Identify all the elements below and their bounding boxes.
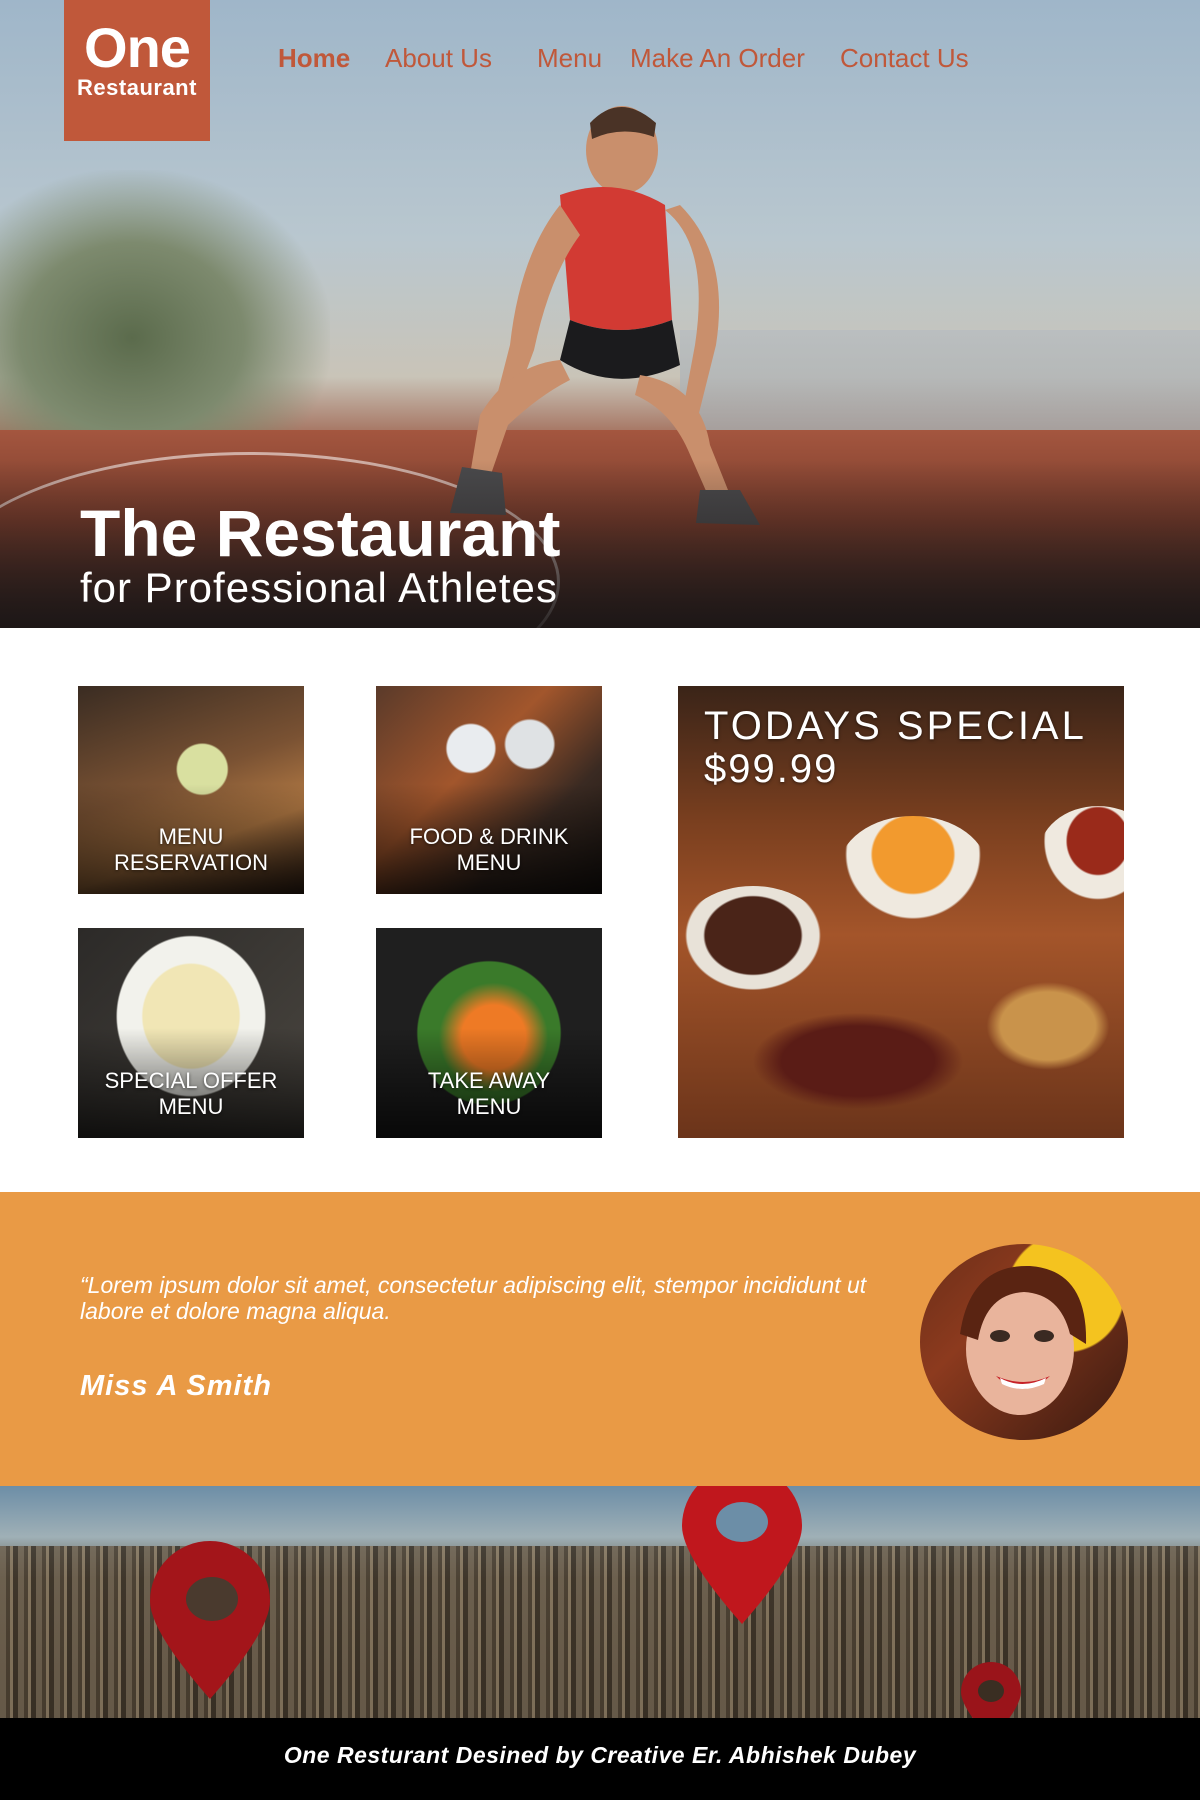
avatar-portrait <box>960 1265 1087 1415</box>
testimonial-author: Miss A Smith <box>80 1370 272 1402</box>
meat-slices <box>738 1006 978 1116</box>
site-footer: One Resturant Desined by Creative Er. Ab… <box>0 1718 1200 1800</box>
hero-title: The Restaurant <box>80 496 561 570</box>
location-pin-icon[interactable] <box>672 1486 812 1626</box>
food-bowl <box>678 886 828 996</box>
location-pin-icon[interactable] <box>956 1662 1026 1718</box>
tile-label: SPECIAL OFFER MENU <box>78 1068 304 1120</box>
nav-make-order[interactable]: Make An Order <box>630 40 805 76</box>
avatar <box>920 1244 1128 1440</box>
nav-about[interactable]: About Us <box>385 40 492 76</box>
tile-label-line1: SPECIAL OFFER <box>104 1068 278 1093</box>
special-price: $99.99 <box>704 747 839 791</box>
tile-label-line1: FOOD & DRINK <box>409 824 569 849</box>
tile-label: TAKE AWAY MENU <box>376 1068 602 1120</box>
hero-subtitle: for Professional Athletes <box>80 564 558 611</box>
nav-menu[interactable]: Menu <box>537 40 602 76</box>
testimonial-quote: “Lorem ipsum dolor sit amet, consectetur… <box>80 1272 867 1324</box>
special-title: TODAYS SPECIAL <box>704 704 1087 748</box>
main-nav: Home About Us Menu Make An Order Contact… <box>0 40 1200 80</box>
tile-menu-reservation[interactable]: MENU RESERVATION <box>78 686 304 894</box>
location-pin-icon[interactable] <box>140 1541 280 1701</box>
tile-label: FOOD & DRINK MENU <box>376 824 602 876</box>
tile-label: MENU RESERVATION <box>78 824 304 876</box>
tile-label-line1: TAKE AWAY <box>427 1068 551 1093</box>
hero-trees <box>0 170 330 450</box>
tile-label-line2: RESERVATION <box>113 850 269 875</box>
testimonial-section: “Lorem ipsum dolor sit amet, consectetur… <box>0 1192 1200 1486</box>
food-bowl <box>838 816 988 926</box>
location-map-strip[interactable] <box>0 1486 1200 1718</box>
hero-heading: The Restaurant for Professional Athletes <box>80 500 560 610</box>
nav-home[interactable]: Home <box>278 40 350 76</box>
tile-take-away-menu[interactable]: TAKE AWAY MENU <box>376 928 602 1138</box>
food-bowl <box>1038 806 1124 906</box>
tile-special-offer-menu[interactable]: SPECIAL OFFER MENU <box>78 928 304 1138</box>
footer-credit: One Resturant Desined by Creative Er. Ab… <box>283 1742 917 1768</box>
tile-label-line1: MENU <box>158 824 224 849</box>
nav-contact[interactable]: Contact Us <box>840 40 969 76</box>
tile-label-line2: MENU <box>158 1094 224 1119</box>
tile-label-line2: MENU <box>456 1094 522 1119</box>
tile-food-drink-menu[interactable]: FOOD & DRINK MENU <box>376 686 602 894</box>
crackers <box>978 976 1118 1076</box>
tile-label-line2: MENU <box>456 850 522 875</box>
todays-special-card[interactable]: TODAYS SPECIAL $99.99 <box>678 686 1124 1138</box>
